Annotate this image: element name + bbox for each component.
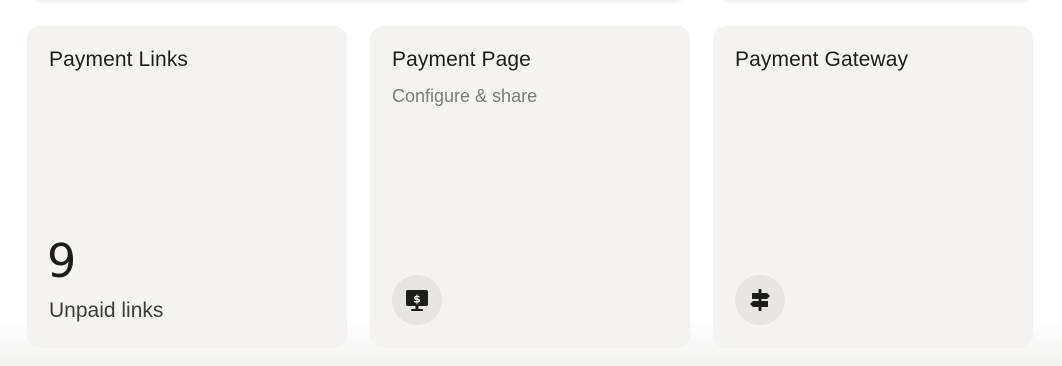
monitor-dollar-icon-button[interactable]: $ bbox=[392, 275, 442, 325]
monitor-dollar-icon: $ bbox=[406, 290, 428, 311]
unpaid-links-count: 9 bbox=[47, 234, 77, 288]
unpaid-links-label: Unpaid links bbox=[49, 299, 164, 322]
upper-card-edge-right bbox=[718, 0, 1032, 2]
signpost-icon-button[interactable] bbox=[735, 275, 785, 325]
card-title: Payment Page bbox=[392, 48, 531, 71]
svg-text:$: $ bbox=[413, 293, 421, 306]
payment-gateway-card[interactable]: Payment Gateway bbox=[713, 26, 1033, 346]
card-title: Payment Links bbox=[49, 48, 189, 71]
upper-card-edge-left bbox=[30, 0, 686, 2]
signpost-icon bbox=[750, 289, 770, 311]
card-subtitle: Configure & share bbox=[392, 86, 538, 106]
payment-page-card[interactable]: Payment Page Configure & share $ bbox=[370, 26, 690, 346]
payment-links-card[interactable]: Payment Links 9 Unpaid links bbox=[27, 26, 347, 346]
card-title: Payment Gateway bbox=[735, 48, 909, 71]
